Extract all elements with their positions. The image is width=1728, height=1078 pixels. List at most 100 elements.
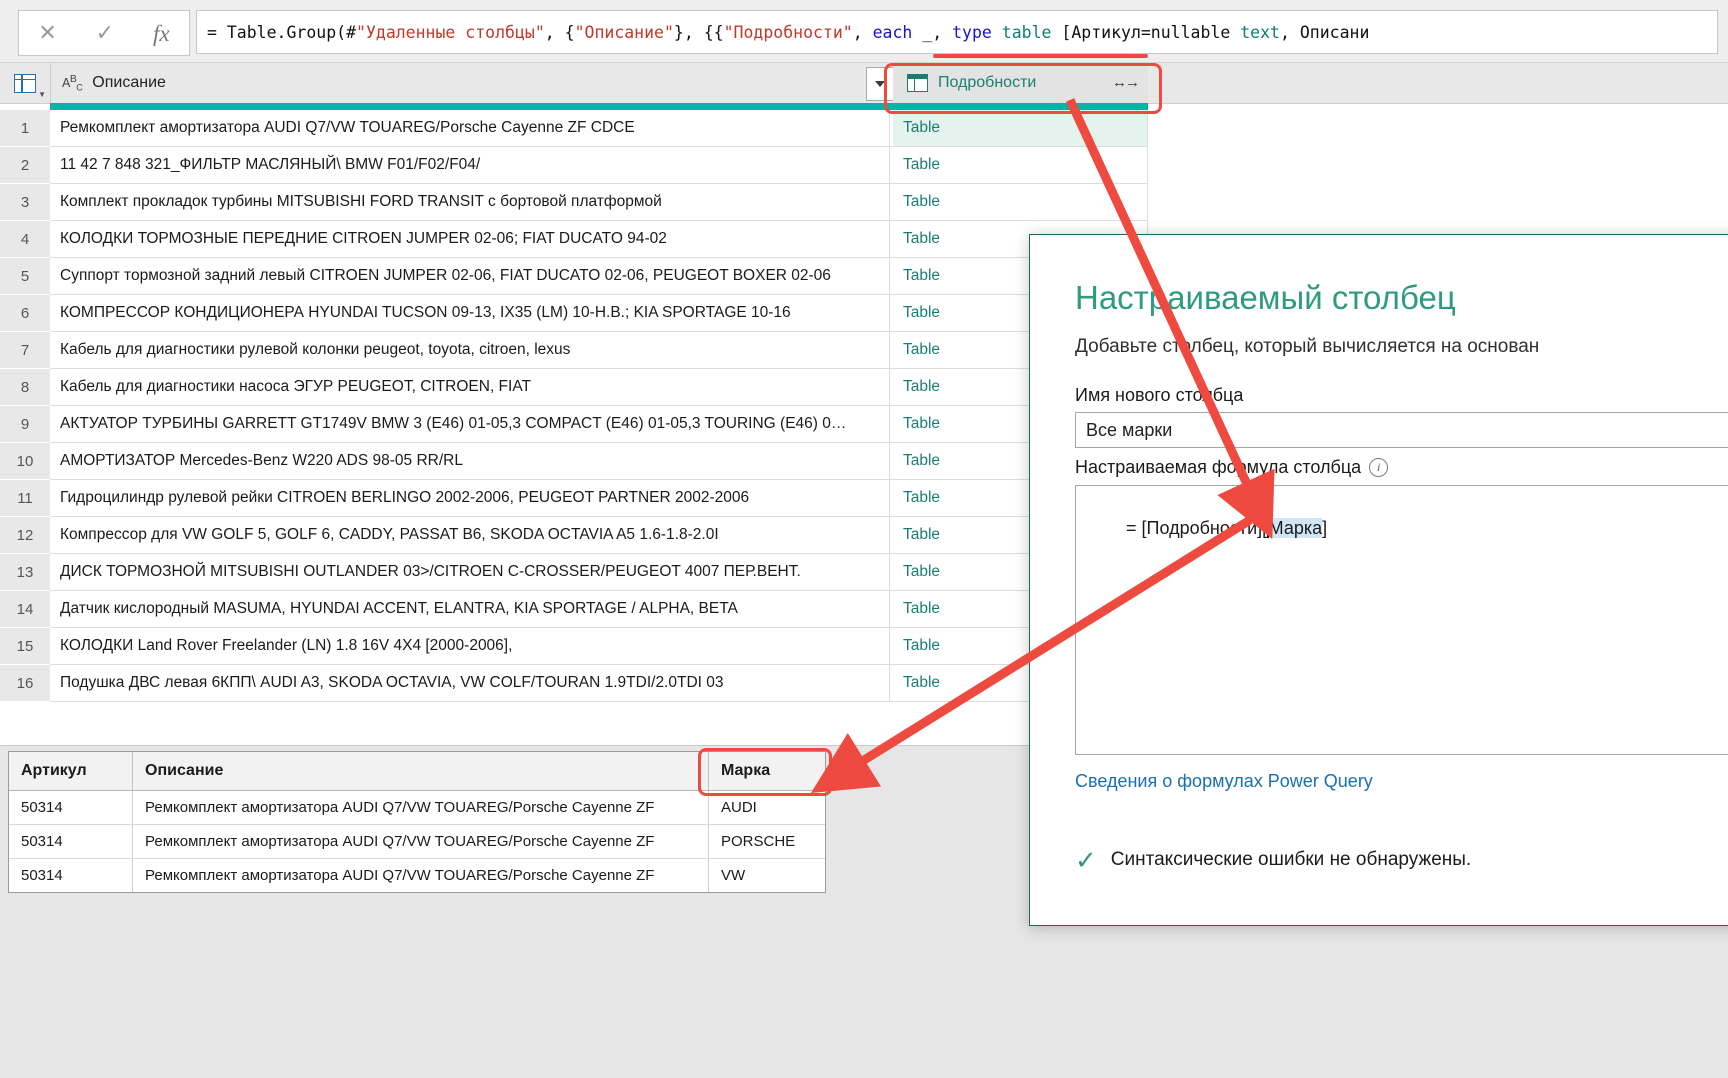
formula-token: table: [1001, 22, 1052, 42]
cell-opisanie[interactable]: Компрессор для VW GOLF 5, GOLF 6, CADDY,…: [50, 517, 890, 554]
table-row[interactable]: 1 Ремкомплект амортизатора AUDI Q7/VW TOU…: [0, 110, 1728, 147]
formula-token: text: [1240, 22, 1280, 42]
table-row[interactable]: 2 11 42 7 848 321_ФИЛЬТР МАСЛЯНЫЙ\ BMW F…: [0, 147, 1728, 184]
cell-opisanie[interactable]: Суппорт тормозной задний левый CITROEN J…: [50, 258, 890, 295]
formula-token: ,: [852, 22, 873, 42]
formula-input[interactable]: = Table.Group(#"Удаленные столбцы", {"Оп…: [196, 10, 1718, 54]
row-number[interactable]: 3: [0, 184, 50, 221]
cell-opisanie[interactable]: КОЛОДКИ Land Rover Freelander (LN) 1.8 1…: [50, 628, 890, 665]
cell-opisanie[interactable]: АКТУАТОР ТУРБИНЫ GARRETT GT1749V BMW 3 (…: [50, 406, 890, 443]
cell-opisanie[interactable]: Ремкомплект амортизатора AUDI Q7/VW TOUA…: [133, 791, 709, 824]
formula-token: [992, 23, 1002, 42]
row-number[interactable]: 5: [0, 258, 50, 295]
cell-opisanie[interactable]: Кабель для диагностики насоса ЭГУР PEUGE…: [50, 369, 890, 406]
formula-token: "Подробности": [723, 22, 853, 42]
row-number[interactable]: 7: [0, 332, 50, 369]
cell-marka[interactable]: AUDI: [709, 791, 825, 824]
cell-marka[interactable]: PORSCHE: [709, 825, 825, 858]
cell-artikul[interactable]: 50314: [9, 859, 133, 892]
cell-opisanie[interactable]: Гидроцилиндр рулевой рейки CITROEN BERLI…: [50, 480, 890, 517]
row-number[interactable]: 10: [0, 443, 50, 480]
custom-formula-text: = [Подробности][Марка]: [1086, 496, 1327, 560]
expand-columns-icon[interactable]: ↔→: [1112, 74, 1140, 91]
filter-caret-icon[interactable]: [866, 67, 894, 101]
cell-empty: [1148, 110, 1728, 147]
row-number[interactable]: 16: [0, 665, 50, 702]
cell-podrobnosti[interactable]: Table: [893, 147, 1148, 184]
column-header-label: Описание: [92, 74, 166, 91]
column-header-row: ▼ ABC Описание Подробности ↔→: [0, 63, 1728, 104]
cell-opisanie[interactable]: 11 42 7 848 321_ФИЛЬТР МАСЛЯНЫЙ\ BMW F01…: [50, 147, 890, 184]
cell-opisanie[interactable]: Ремкомплект амортизатора AUDI Q7/VW TOUA…: [133, 859, 709, 892]
new-column-name-input[interactable]: Все марки: [1075, 412, 1728, 448]
formula-prefix: = [Подробности][: [1126, 518, 1268, 538]
dialog-title: Настраиваемый столбец: [1075, 279, 1456, 316]
row-number[interactable]: 6: [0, 295, 50, 332]
preview-header-opisanie[interactable]: Описание: [133, 752, 709, 790]
formula-token: "Удаленные столбцы": [356, 22, 545, 42]
cell-podrobnosti[interactable]: Table: [893, 110, 1148, 147]
cell-opisanie[interactable]: Комплект прокладок турбины MITSUBISHI FO…: [50, 184, 890, 221]
new-column-name-label: Имя нового столбца: [1075, 385, 1244, 405]
cell-opisanie[interactable]: Ремкомплект амортизатора AUDI Q7/VW TOUA…: [133, 825, 709, 858]
cell-opisanie[interactable]: КОМПРЕССОР КОНДИЦИОНЕРА HYUNDAI TUCSON 0…: [50, 295, 890, 332]
cell-opisanie[interactable]: КОЛОДКИ ТОРМОЗНЫЕ ПЕРЕДНИЕ CITROEN JUMPE…: [50, 221, 890, 258]
preview-header-marka[interactable]: Марка: [709, 752, 825, 790]
preview-header-artikul[interactable]: Артикул: [9, 752, 133, 790]
formula-token: [Артикул=nullable: [1051, 22, 1241, 42]
row-number[interactable]: 8: [0, 369, 50, 406]
info-icon[interactable]: i: [1369, 458, 1389, 477]
cell-marka[interactable]: VW: [709, 859, 825, 892]
cell-artikul[interactable]: 50314: [9, 825, 133, 858]
formula-bar-buttons: ✕ ✓ fx: [18, 10, 190, 56]
table-row[interactable]: 3 Комплект прокладок турбины MITSUBISHI F…: [0, 184, 1728, 221]
cell-opisanie[interactable]: Кабель для диагностики рулевой колонки p…: [50, 332, 890, 369]
row-number[interactable]: 9: [0, 406, 50, 443]
close-icon[interactable]: ✕: [38, 22, 56, 44]
formula-text: = Table.Group(#"Удаленные столбцы", {"Оп…: [207, 23, 1369, 42]
cell-opisanie[interactable]: Датчик кислородный MASUMA, HYUNDAI ACCEN…: [50, 591, 890, 628]
table-icon: [907, 74, 928, 92]
check-icon[interactable]: ✓: [96, 22, 114, 44]
cell-empty: [1148, 184, 1728, 221]
select-all-grid-icon[interactable]: ▼: [0, 63, 51, 103]
row-number[interactable]: 4: [0, 221, 50, 258]
check-icon: ✓: [1075, 845, 1097, 875]
row-number[interactable]: 12: [0, 517, 50, 554]
power-query-editor: ✕ ✓ fx = Table.Group(#"Удаленные столбцы…: [0, 0, 1728, 1078]
syntax-status: ✓ Синтаксические ошибки не обнаружены.: [1075, 847, 1471, 873]
cell-empty: [1148, 147, 1728, 184]
column-header-opisanie[interactable]: ABC Описание: [50, 63, 890, 103]
row-number[interactable]: 15: [0, 628, 50, 665]
preview-row[interactable]: 50314 Ремкомплект амортизатора AUDI Q7/VW…: [9, 859, 825, 892]
formula-selected-token: Марка: [1268, 518, 1323, 538]
row-number[interactable]: 2: [0, 147, 50, 184]
cell-opisanie[interactable]: Подушка ДВС левая 6КПП\ AUDI A3, SKODA O…: [50, 665, 890, 702]
fx-icon[interactable]: fx: [153, 22, 170, 45]
preview-row[interactable]: 50314 Ремкомплект амортизатора AUDI Q7/VW…: [9, 825, 825, 859]
formula-bar: ✕ ✓ fx = Table.Group(#"Удаленные столбцы…: [0, 0, 1728, 63]
row-number[interactable]: 13: [0, 554, 50, 591]
custom-formula-input[interactable]: = [Подробности][Марка]: [1075, 485, 1728, 755]
formula-token: , Описани: [1279, 22, 1370, 42]
row-number[interactable]: 1: [0, 110, 50, 147]
formula-token: each: [872, 22, 913, 42]
cell-opisanie[interactable]: АМОРТИЗАТОР Mercedes-Benz W220 ADS 98-05…: [50, 443, 890, 480]
selection-accent-bar: [50, 103, 1148, 110]
column-header-podrobnosti[interactable]: Подробности ↔→: [893, 63, 1148, 103]
cell-artikul[interactable]: 50314: [9, 791, 133, 824]
formula-suffix: ]: [1322, 518, 1328, 538]
row-number[interactable]: 11: [0, 480, 50, 517]
cell-opisanie[interactable]: Ремкомплект амортизатора AUDI Q7/VW TOUA…: [50, 110, 890, 147]
formula-token: _,: [912, 22, 953, 42]
preview-row[interactable]: 50314 Ремкомплект амортизатора AUDI Q7/VW…: [9, 791, 825, 825]
power-query-help-link[interactable]: Сведения о формулах Power Query: [1075, 771, 1373, 792]
cell-podrobnosti[interactable]: Table: [893, 184, 1148, 221]
cell-opisanie[interactable]: ДИСК ТОРМОЗНОЙ MITSUBISHI OUTLANDER 03>/…: [50, 554, 890, 591]
custom-formula-label: Настраиваемая формула столбца i: [1075, 457, 1389, 478]
formula-token: }, {{: [673, 22, 724, 42]
column-header-label: Подробности: [938, 74, 1037, 91]
row-number[interactable]: 14: [0, 591, 50, 628]
formula-token: , {: [544, 22, 575, 42]
abc-icon: ABC: [62, 73, 83, 93]
